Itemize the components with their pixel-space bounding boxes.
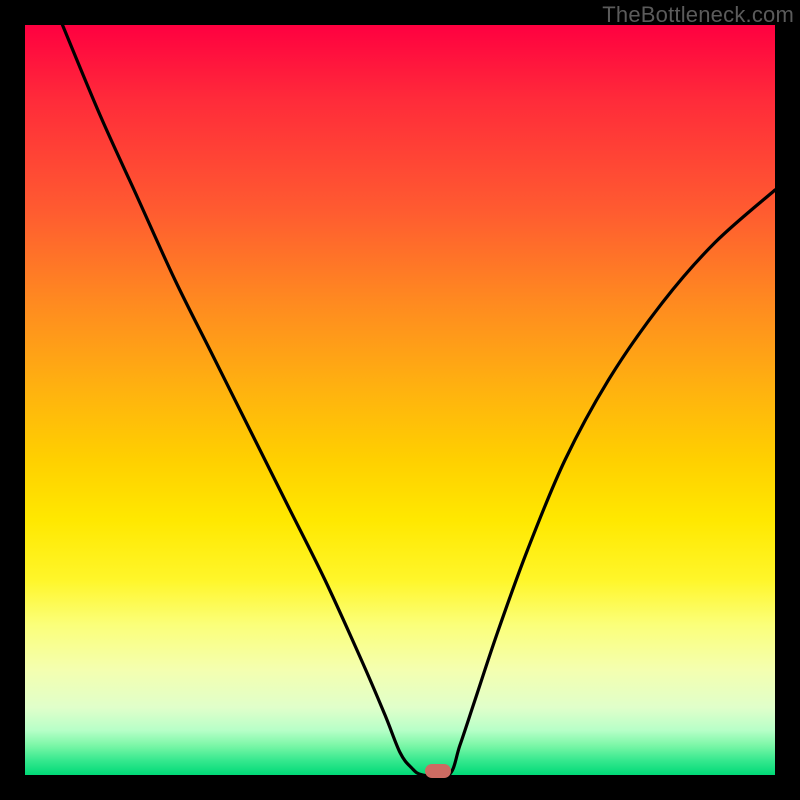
- chart-frame: TheBottleneck.com: [0, 0, 800, 800]
- watermark-text: TheBottleneck.com: [602, 2, 794, 28]
- optimum-marker: [425, 764, 451, 778]
- plot-area: [25, 25, 775, 775]
- bottleneck-curve: [25, 25, 775, 775]
